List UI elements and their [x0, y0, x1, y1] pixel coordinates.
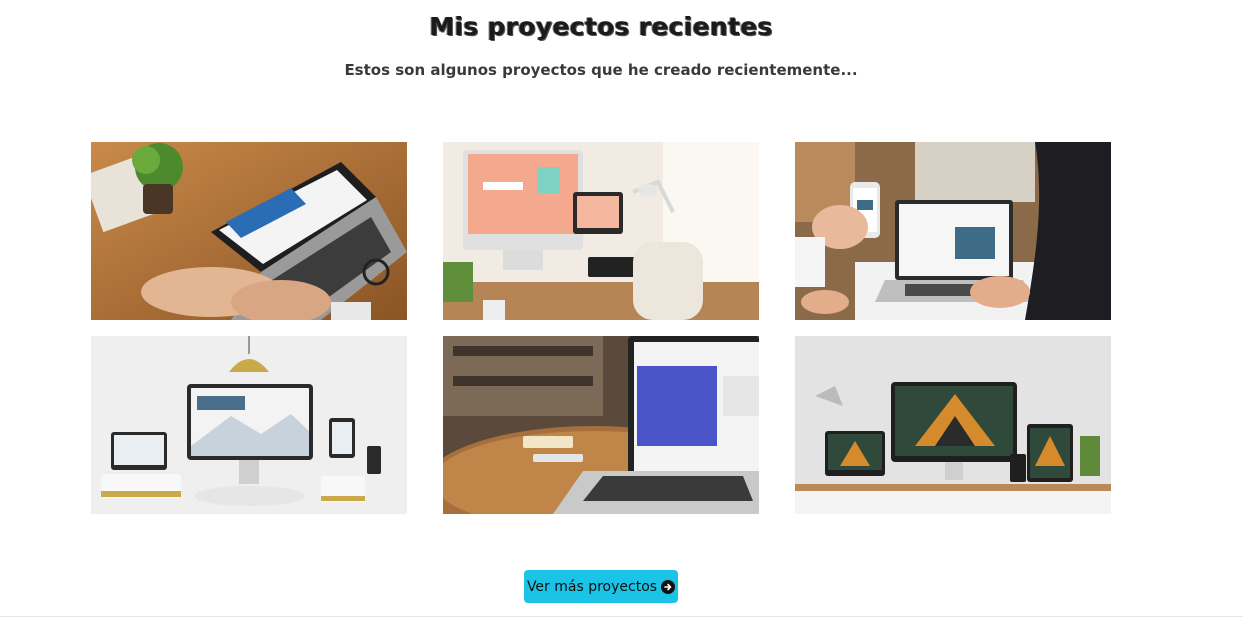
- project-card-1[interactable]: [91, 142, 407, 320]
- responsive-devices-image: [91, 336, 407, 514]
- phone-and-laptop-image: [795, 142, 1111, 320]
- view-more-projects-label: Ver más proyectos: [526, 578, 658, 595]
- view-more-projects-button[interactable]: Ver más proyectos: [524, 570, 678, 603]
- project-card-5[interactable]: [443, 336, 759, 514]
- projects-grid: [91, 142, 1111, 514]
- project-card-3[interactable]: [795, 142, 1111, 320]
- project-card-6[interactable]: [795, 336, 1111, 514]
- footer-divider: [0, 616, 1243, 617]
- arrow-right-circle-icon: [661, 579, 676, 594]
- project-card-2[interactable]: [443, 142, 759, 320]
- architecture-devices-image: [795, 336, 1111, 514]
- laptop-web-design-image: [91, 142, 407, 320]
- section-subtitle: Estos son algunos proyectos que he cread…: [344, 61, 858, 79]
- desktop-monitor-workspace-image: [443, 142, 759, 320]
- laptop-on-round-table-image: [443, 336, 759, 514]
- section-title: Mis proyectos recientes: [429, 12, 773, 41]
- project-card-4[interactable]: [91, 336, 407, 514]
